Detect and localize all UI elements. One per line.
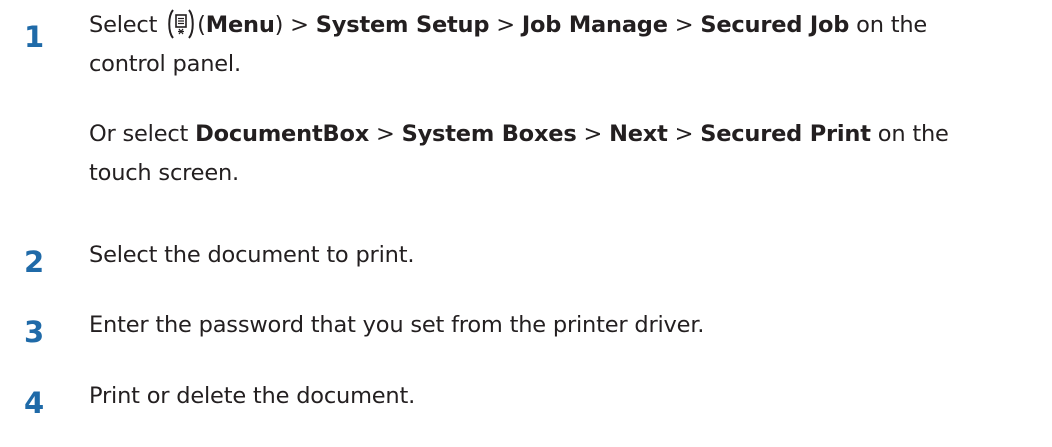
step-2-instruction: Select the document to print. (89, 242, 415, 268)
step-4-instruction: Print or delete the document. (89, 383, 416, 409)
documentbox-label: DocumentBox (195, 121, 370, 147)
step-number: 1 (24, 20, 45, 54)
step-1-instruction: Select (Menu) > System Setup > Job Manag… (89, 6, 1039, 84)
menu-icon (166, 8, 196, 40)
system-boxes-label: System Boxes (401, 121, 577, 147)
job-manage-label: Job Manage (521, 12, 668, 38)
next-label: Next (609, 121, 668, 147)
step-3-instruction: Enter the password that you set from the… (89, 312, 705, 338)
system-setup-label: System Setup (315, 12, 490, 38)
secured-print-label: Secured Print (700, 121, 871, 147)
step-1-alternative: Or select DocumentBox > System Boxes > N… (89, 121, 949, 186)
step-number: 3 (24, 315, 45, 349)
step-number: 4 (24, 386, 45, 420)
secured-job-label: Secured Job (700, 12, 850, 38)
step-number: 2 (24, 245, 45, 279)
menu-label: Menu (205, 12, 275, 38)
